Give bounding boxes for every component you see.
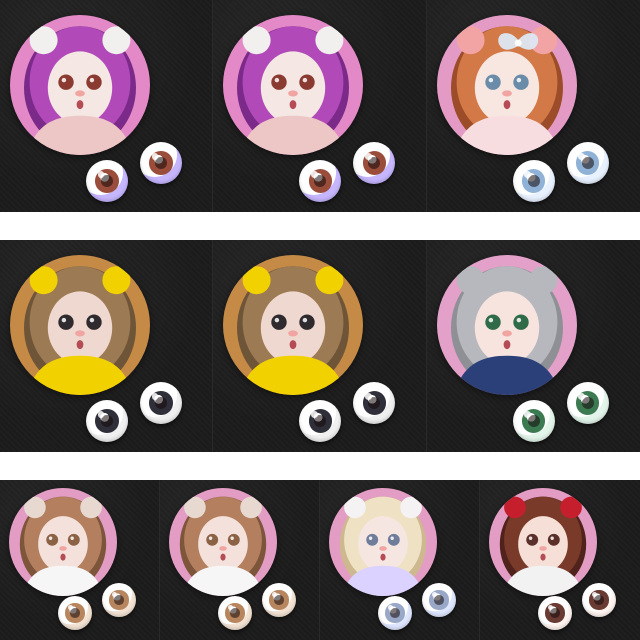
doll-illustration [24,26,136,155]
doll-photo [223,15,364,155]
product-collage [0,0,640,640]
product-tile [426,0,640,212]
product-tile [480,480,640,640]
glass-eye [378,596,412,630]
glass-eye [218,596,252,630]
glass-eye [512,160,555,202]
glass-eye [566,142,609,184]
glass-eye [140,142,182,184]
doll-photo [169,488,277,596]
doll-illustration [450,26,563,155]
glass-eye [353,382,396,424]
glass-eye [353,142,396,184]
collage-row-1 [0,0,640,212]
doll-illustration [24,266,136,395]
glass-eye [140,382,182,424]
product-tile [0,240,214,452]
doll-illustration [339,496,427,596]
product-tile [160,480,320,640]
glass-eye [299,160,342,202]
doll-photo [436,255,577,395]
glass-eye [299,400,342,442]
doll-photo [329,488,437,596]
doll-illustration [179,496,267,596]
glass-eye [566,382,609,424]
product-tile [213,240,427,452]
product-tile [213,0,427,212]
doll-photo [489,488,597,596]
product-tile [320,480,480,640]
product-tile [426,240,640,452]
glass-eye [582,583,616,617]
glass-eye [262,583,296,617]
glass-eye [538,596,572,630]
doll-photo [436,15,577,155]
glass-eye [86,400,128,442]
product-tile [0,0,214,212]
glass-eye [86,160,128,202]
glass-eye [422,583,456,617]
doll-photo [10,15,150,155]
doll-photo [9,488,117,596]
doll-illustration [237,266,350,395]
doll-illustration [237,26,350,155]
collage-row-3 [0,480,640,640]
collage-row-2 [0,240,640,452]
doll-photo [223,255,364,395]
doll-photo [10,255,150,395]
glass-eye [58,596,92,630]
product-tile [0,480,160,640]
doll-illustration [19,496,107,596]
doll-illustration [450,266,563,395]
glass-eye [102,583,136,617]
glass-eye [512,400,555,442]
doll-illustration [499,496,587,596]
